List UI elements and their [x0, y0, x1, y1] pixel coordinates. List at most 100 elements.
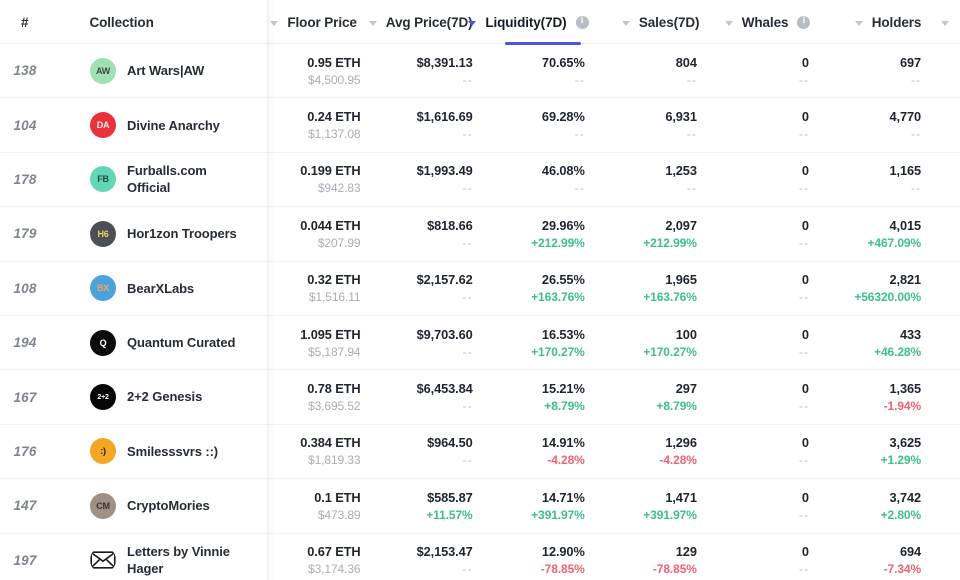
row-holders-cell: 2,821 +56320.00% — [821, 262, 933, 315]
row-liquidity-subvalue: +170.27% — [531, 344, 585, 359]
row-avg-price-cell: $9,703.60 -- — [373, 316, 485, 369]
row-whales-value: 0 — [801, 489, 809, 505]
table-row[interactable]: 178 FB Furballs.com Official 0.199 ETH $942.… — [0, 152, 960, 208]
column-header-rank-label: # — [21, 15, 29, 30]
row-avg-price-value: $1,993.49 — [416, 163, 473, 179]
column-header-avg-price[interactable]: Avg Price(7D) — [368, 0, 485, 44]
table-row[interactable]: 108 BX BearXLabs 0.32 ETH $1,516.11 $2,157.62… — [0, 261, 960, 316]
sort-caret-down-icon[interactable] — [468, 20, 477, 26]
collection-name: Letters by Vinnie Hager — [127, 544, 230, 577]
row-avg-price-subvalue: -- — [462, 235, 473, 250]
sort-caret-down-icon[interactable] — [270, 20, 279, 26]
collection-name: Furballs.com Official — [127, 163, 207, 196]
info-icon[interactable]: i — [575, 15, 589, 29]
column-header-collection[interactable]: Collection — [49, 0, 255, 44]
row-whales-value: 0 — [801, 54, 809, 70]
table-row[interactable]: 179 H6 Hor1zon Troopers 0.044 ETH $207.99 $81… — [0, 207, 960, 262]
row-holders-cell: 697 -- — [821, 44, 933, 97]
column-header-liquidity-label: Liquidity(7D) — [485, 14, 567, 30]
row-avg-price-value: $818.66 — [427, 217, 473, 233]
row-whales-subvalue: -- — [798, 235, 809, 250]
table-row[interactable]: 104 DA Divine Anarchy 0.24 ETH $1,137.08 $1,6… — [0, 98, 960, 153]
row-whales-value: 0 — [801, 163, 809, 179]
row-avg-price-value: $8,391.13 — [416, 54, 473, 70]
row-liquidity-cell: 29.96% +212.99% — [485, 207, 597, 260]
row-sales-cell: 804 -- — [597, 44, 709, 97]
column-header-floor-price[interactable]: Floor Price — [256, 0, 369, 44]
table-row[interactable]: 176:) Smilesssvrs ::) 0.384 ETH $1,819.33 $9… — [0, 424, 960, 480]
row-holders-value: 694 — [900, 544, 922, 560]
row-collection[interactable]: H6 Hor1zon Troopers — [50, 207, 258, 260]
row-sales-cell: 1,965 +163.76% — [597, 262, 709, 315]
sort-caret-down-icon[interactable] — [368, 20, 377, 26]
sort-caret-down-icon[interactable] — [854, 20, 863, 26]
row-holders-subvalue: -1.94% — [883, 399, 922, 414]
row-liquidity-cell: 69.28% -- — [485, 98, 597, 151]
row-collection[interactable]: DA Divine Anarchy — [50, 98, 258, 151]
info-icon[interactable]: i — [797, 15, 811, 29]
smilesssvrs-avatar: :) — [90, 438, 117, 465]
row-liquidity-subvalue: +163.76% — [531, 290, 585, 305]
row-avg-price-subvalue: -- — [462, 562, 473, 577]
row-liquidity-subvalue: +212.99% — [531, 235, 585, 250]
row-avg-price-cell: $964.50 -- — [373, 425, 485, 478]
row-holders-cell: 3,625 +1.29% — [821, 425, 933, 478]
row-liquidity-value: 26.55% — [541, 272, 585, 288]
row-holders-value: 1,365 — [889, 381, 922, 397]
row-collection[interactable]: Letters by Vinnie Hager — [50, 534, 258, 580]
row-sales-value: 129 — [675, 544, 697, 560]
row-collection[interactable]: BX BearXLabs — [50, 262, 258, 315]
row-floor-price-cell: 0.78 ETH $3,695.52 — [258, 370, 372, 423]
row-rank: 147 — [13, 498, 37, 514]
row-avg-price-cell: $8,391.13 -- — [373, 44, 485, 97]
table-row[interactable]: 197 Letters by Vinnie Hager 0.67 ETH $3,174… — [0, 533, 960, 580]
row-collection[interactable]: CM CryptoMories — [50, 479, 258, 532]
row-avg-price-value: $1,616.69 — [416, 109, 473, 125]
row-holders-value: 3,742 — [889, 489, 922, 505]
row-floor-price-value: 0.67 ETH — [307, 544, 361, 560]
row-rank: 197 — [13, 552, 37, 568]
row-avg-price-cell: $818.66 -- — [373, 207, 485, 260]
row-floor-price-cell: 0.199 ETH $942.83 — [258, 153, 372, 206]
row-whales-cell: 0 -- — [709, 98, 821, 151]
row-avg-price-subvalue: -- — [462, 181, 473, 196]
collection-name: Divine Anarchy — [127, 117, 220, 133]
column-header-holders[interactable]: Holders — [822, 0, 933, 44]
row-liquidity-value: 69.28% — [541, 109, 585, 125]
column-header-whales[interactable]: Whales i — [711, 0, 822, 44]
row-holders-cell: 1,165 -- — [821, 153, 933, 206]
sort-caret-down-icon[interactable] — [940, 20, 949, 26]
row-collection[interactable]: Q Quantum Curated — [50, 316, 258, 369]
column-header-rank[interactable]: # — [0, 0, 49, 44]
row-collection[interactable]: AW Art Wars|AW — [50, 44, 258, 97]
row-collection[interactable]: FB Furballs.com Official — [50, 153, 258, 206]
table-row[interactable]: 194 Q Quantum Curated 1.095 ETH $5,187.94 $9,… — [0, 315, 960, 371]
row-rank: 194 — [13, 335, 37, 351]
row-floor-price-cell: 0.384 ETH $1,819.33 — [258, 425, 372, 478]
table-row[interactable]: 167 2+2 2+2 Genesis 0.78 ETH $3,695.52 $6,453… — [0, 370, 960, 425]
column-header-sales[interactable]: Sales(7D) — [601, 0, 712, 44]
furballs-avatar: FB — [90, 166, 117, 193]
column-header-holders-label: Holders — [871, 14, 922, 30]
row-liquidity-subvalue: -- — [574, 72, 585, 87]
row-holders-value: 4,015 — [889, 217, 922, 233]
row-avg-price-subvalue: -- — [462, 127, 473, 142]
row-holders-value: 2,821 — [889, 272, 922, 288]
column-header-avg-price-label: Avg Price(7D) — [385, 14, 473, 30]
row-collection[interactable]: 2+2 2+2 Genesis — [50, 370, 258, 423]
table-row[interactable]: 147 CM CryptoMories 0.1 ETH $473.89 $585.87 +1… — [0, 479, 960, 534]
column-header-next-partial[interactable] — [933, 0, 960, 44]
row-floor-price-subvalue: $1,819.33 — [308, 453, 361, 468]
row-holders-subvalue: +56320.00% — [854, 290, 922, 305]
row-avg-price-value: $2,157.62 — [416, 272, 473, 288]
sort-caret-down-icon[interactable] — [724, 20, 733, 26]
sort-caret-down-icon[interactable] — [621, 20, 630, 26]
row-collection[interactable]: :) Smilesssvrs ::) — [50, 425, 258, 478]
column-header-liquidity[interactable]: Liquidity(7D) i — [468, 0, 601, 45]
art-wars-avatar: AW — [90, 57, 117, 84]
avatar-initials: AW — [95, 65, 111, 76]
row-avg-price-subvalue: -- — [462, 453, 473, 468]
row-avg-price-value: $964.50 — [427, 435, 473, 451]
table-row[interactable]: 138 AW Art Wars|AW 0.95 ETH $4,500.95 $8,391.… — [0, 44, 960, 99]
row-avg-price-value: $2,153.47 — [416, 544, 473, 560]
